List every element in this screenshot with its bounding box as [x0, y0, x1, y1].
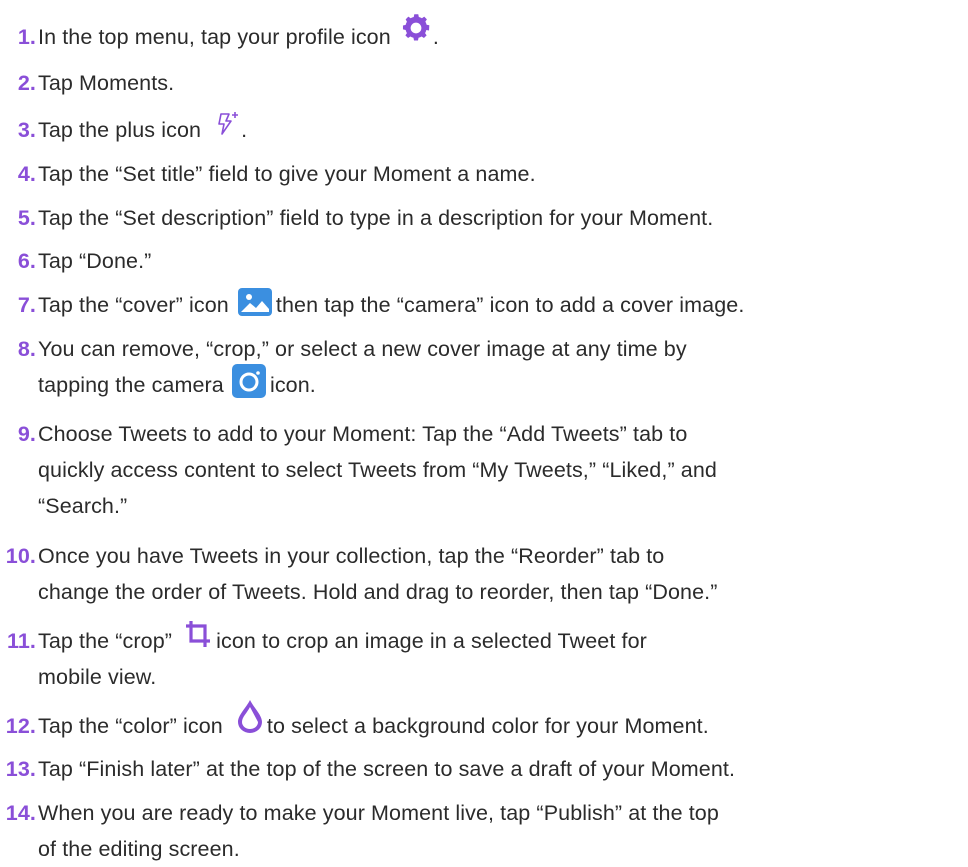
- step-text-line-3: “Search.”: [38, 494, 128, 518]
- step-text-part: icon to crop an image in a selected Twee…: [216, 629, 647, 653]
- step-text: Tap the “cover” icon then tap the “camer…: [38, 288, 744, 323]
- step-text: Tap the plus icon .: [38, 111, 248, 149]
- camera-icon: [231, 364, 266, 399]
- step-text: In the top menu, tap your profile icon .: [38, 14, 439, 56]
- step-text: Tap the “Set description” field to type …: [38, 206, 714, 230]
- step-text-line-2: mobile view.: [38, 665, 157, 689]
- step-text-line-2: change the order of Tweets. Hold and dra…: [38, 580, 718, 604]
- step-text-line-2: of the editing screen.: [38, 837, 240, 861]
- lightning-plus-icon: [207, 111, 241, 149]
- step-text: Tap Moments.: [38, 71, 175, 95]
- step-number: 4.: [17, 162, 36, 186]
- step-number: 6.: [17, 249, 36, 273]
- step-text-line-1: Tap the “crop” icon to crop an image in …: [38, 620, 647, 660]
- step-text: Tap “Done.”: [38, 249, 152, 273]
- step-text-part: Tap the “color” icon: [38, 714, 229, 738]
- step-text: Tap “Finish later” at the top of the scr…: [38, 757, 736, 781]
- step-text-line-1: You can remove, “crop,” or select a new …: [38, 337, 687, 361]
- step-text-part: icon.: [269, 373, 316, 397]
- step-text-line-1: When you are ready to make your Moment l…: [38, 801, 719, 825]
- step-number: 13.: [5, 757, 36, 781]
- step-text-part: In the top menu, tap your profile icon: [38, 25, 397, 49]
- image-cover-icon: [237, 288, 272, 317]
- step-number: 8.: [17, 337, 36, 361]
- step-number: 7.: [17, 293, 36, 317]
- droplet-icon: [229, 699, 267, 745]
- step-number: 14.: [5, 801, 36, 825]
- step-text-part: then tap the “camera” icon to add a cove…: [275, 293, 745, 317]
- step-text-part: to select a background color for your Mo…: [266, 714, 709, 738]
- crop-icon: [178, 620, 216, 660]
- step-text-line-2: quickly access content to select Tweets …: [38, 458, 717, 482]
- gear-icon: [397, 14, 433, 56]
- step-number: 12.: [5, 714, 36, 738]
- step-text-line-2: tapping the camera icon.: [38, 364, 316, 403]
- step-text-part: tapping the camera: [38, 373, 230, 397]
- step-text: Tap the “color” icon to select a backgro…: [38, 699, 709, 745]
- step-text: Tap the “Set title” field to give your M…: [38, 162, 536, 186]
- step-number: 5.: [17, 206, 36, 230]
- step-number: 10.: [5, 544, 36, 568]
- step-number: 9.: [17, 422, 36, 446]
- step-text-part: Tap the “cover” icon: [38, 293, 235, 317]
- step-text-line-1: Choose Tweets to add to your Moment: Tap…: [38, 422, 688, 446]
- step-text-part: Tap the “crop”: [38, 629, 179, 653]
- step-number: 2.: [17, 71, 36, 95]
- step-text-part: Tap the plus icon: [38, 118, 208, 142]
- step-text-part: .: [241, 118, 248, 142]
- step-number: 1.: [17, 25, 36, 49]
- step-text-line-1: Once you have Tweets in your collection,…: [38, 544, 665, 568]
- step-number: 11.: [6, 629, 36, 653]
- step-number: 3.: [17, 118, 36, 142]
- step-text-part: .: [432, 25, 439, 49]
